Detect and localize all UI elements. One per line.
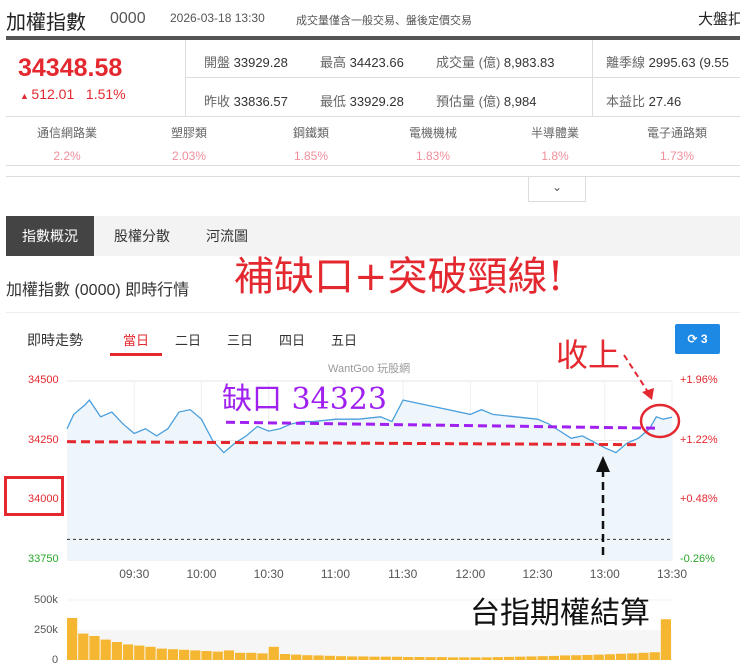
x-tick-label: 11:00 xyxy=(320,567,351,581)
volume-bar xyxy=(481,657,492,660)
volume-bar xyxy=(615,653,627,660)
volume-bar xyxy=(638,652,649,660)
volume-bar xyxy=(89,636,100,660)
arrow-head-icon xyxy=(642,388,654,400)
x-tick-label: 10:00 xyxy=(186,567,217,581)
volume-bar xyxy=(201,651,212,660)
volume-bar xyxy=(403,657,414,660)
pct-tick-label: -0.26% xyxy=(680,553,715,565)
volume-bar xyxy=(246,652,257,660)
volume-bar xyxy=(436,657,447,660)
volume-bar xyxy=(212,651,223,660)
volume-bar xyxy=(459,657,470,660)
gap-annotation: 缺口 34323 xyxy=(222,382,387,417)
volume-bar xyxy=(414,657,425,660)
volume-bar xyxy=(100,639,111,660)
volume-bar xyxy=(335,656,347,660)
volume-bar xyxy=(235,652,246,660)
x-tick-label: 13:30 xyxy=(657,567,688,581)
volume-bar xyxy=(67,618,78,660)
pct-tick-label: +1.22% xyxy=(680,433,718,446)
volume-bar xyxy=(503,656,515,660)
y-tick-label: 34500 xyxy=(28,374,59,386)
volume-bar xyxy=(470,657,481,660)
x-tick-label: 09:30 xyxy=(119,567,150,581)
volume-bar xyxy=(190,650,201,660)
volume-tick-label: 0 xyxy=(52,654,59,666)
y-tick-label: 33750 xyxy=(28,553,59,565)
volume-bar xyxy=(134,645,145,660)
volume-bar xyxy=(111,642,123,660)
neckline-highlight-box xyxy=(4,476,64,516)
volume-bar xyxy=(425,657,436,660)
x-tick-label: 13:00 xyxy=(589,567,620,581)
volume-bar xyxy=(526,656,537,660)
volume-bar xyxy=(447,657,459,660)
volume-bar xyxy=(268,646,279,660)
volume-bar xyxy=(347,656,358,660)
volume-tick-label: 250k xyxy=(34,624,58,636)
volume-bar xyxy=(324,655,335,660)
volume-bar xyxy=(167,649,179,660)
price-chart xyxy=(66,354,681,660)
volume-bar xyxy=(78,633,89,660)
volume-bar xyxy=(604,654,615,660)
volume-bar xyxy=(391,656,403,660)
volume-bar xyxy=(515,656,526,660)
volume-bar xyxy=(627,653,638,660)
volume-bar xyxy=(313,655,324,660)
volume-bar xyxy=(492,657,503,660)
volume-bar xyxy=(593,654,604,660)
settlement-annotation: 台指期權結算 xyxy=(470,596,650,631)
pct-tick-label: +1.96% xyxy=(680,374,718,386)
volume-bar xyxy=(660,619,671,660)
volume-bar xyxy=(279,654,291,660)
volume-bar xyxy=(571,655,582,660)
volume-bar xyxy=(380,656,391,660)
volume-bar xyxy=(649,652,660,660)
close-above-annotation: 收上 xyxy=(556,336,621,374)
volume-bar xyxy=(582,654,593,660)
volume-bar xyxy=(123,644,134,660)
volume-bar xyxy=(145,646,156,660)
x-tick-label: 12:00 xyxy=(455,567,486,581)
volume-bar xyxy=(257,653,268,660)
x-tick-label: 12:30 xyxy=(522,567,553,581)
volume-bar xyxy=(559,655,571,660)
volume-bar xyxy=(179,649,190,660)
volume-bar xyxy=(358,656,369,660)
volume-bar xyxy=(369,656,380,660)
volume-bar xyxy=(302,655,313,660)
volume-bar xyxy=(291,654,302,660)
pct-tick-label: +0.48% xyxy=(680,493,718,506)
volume-tick-label: 500k xyxy=(34,594,58,606)
volume-bar xyxy=(156,648,167,660)
x-tick-label: 10:30 xyxy=(253,567,284,581)
volume-bar xyxy=(548,655,559,660)
arrow-line xyxy=(623,354,649,393)
volume-bar xyxy=(223,650,235,660)
volume-bar xyxy=(537,656,548,660)
y-tick-label: 34250 xyxy=(28,433,59,446)
x-tick-label: 11:30 xyxy=(388,567,418,581)
